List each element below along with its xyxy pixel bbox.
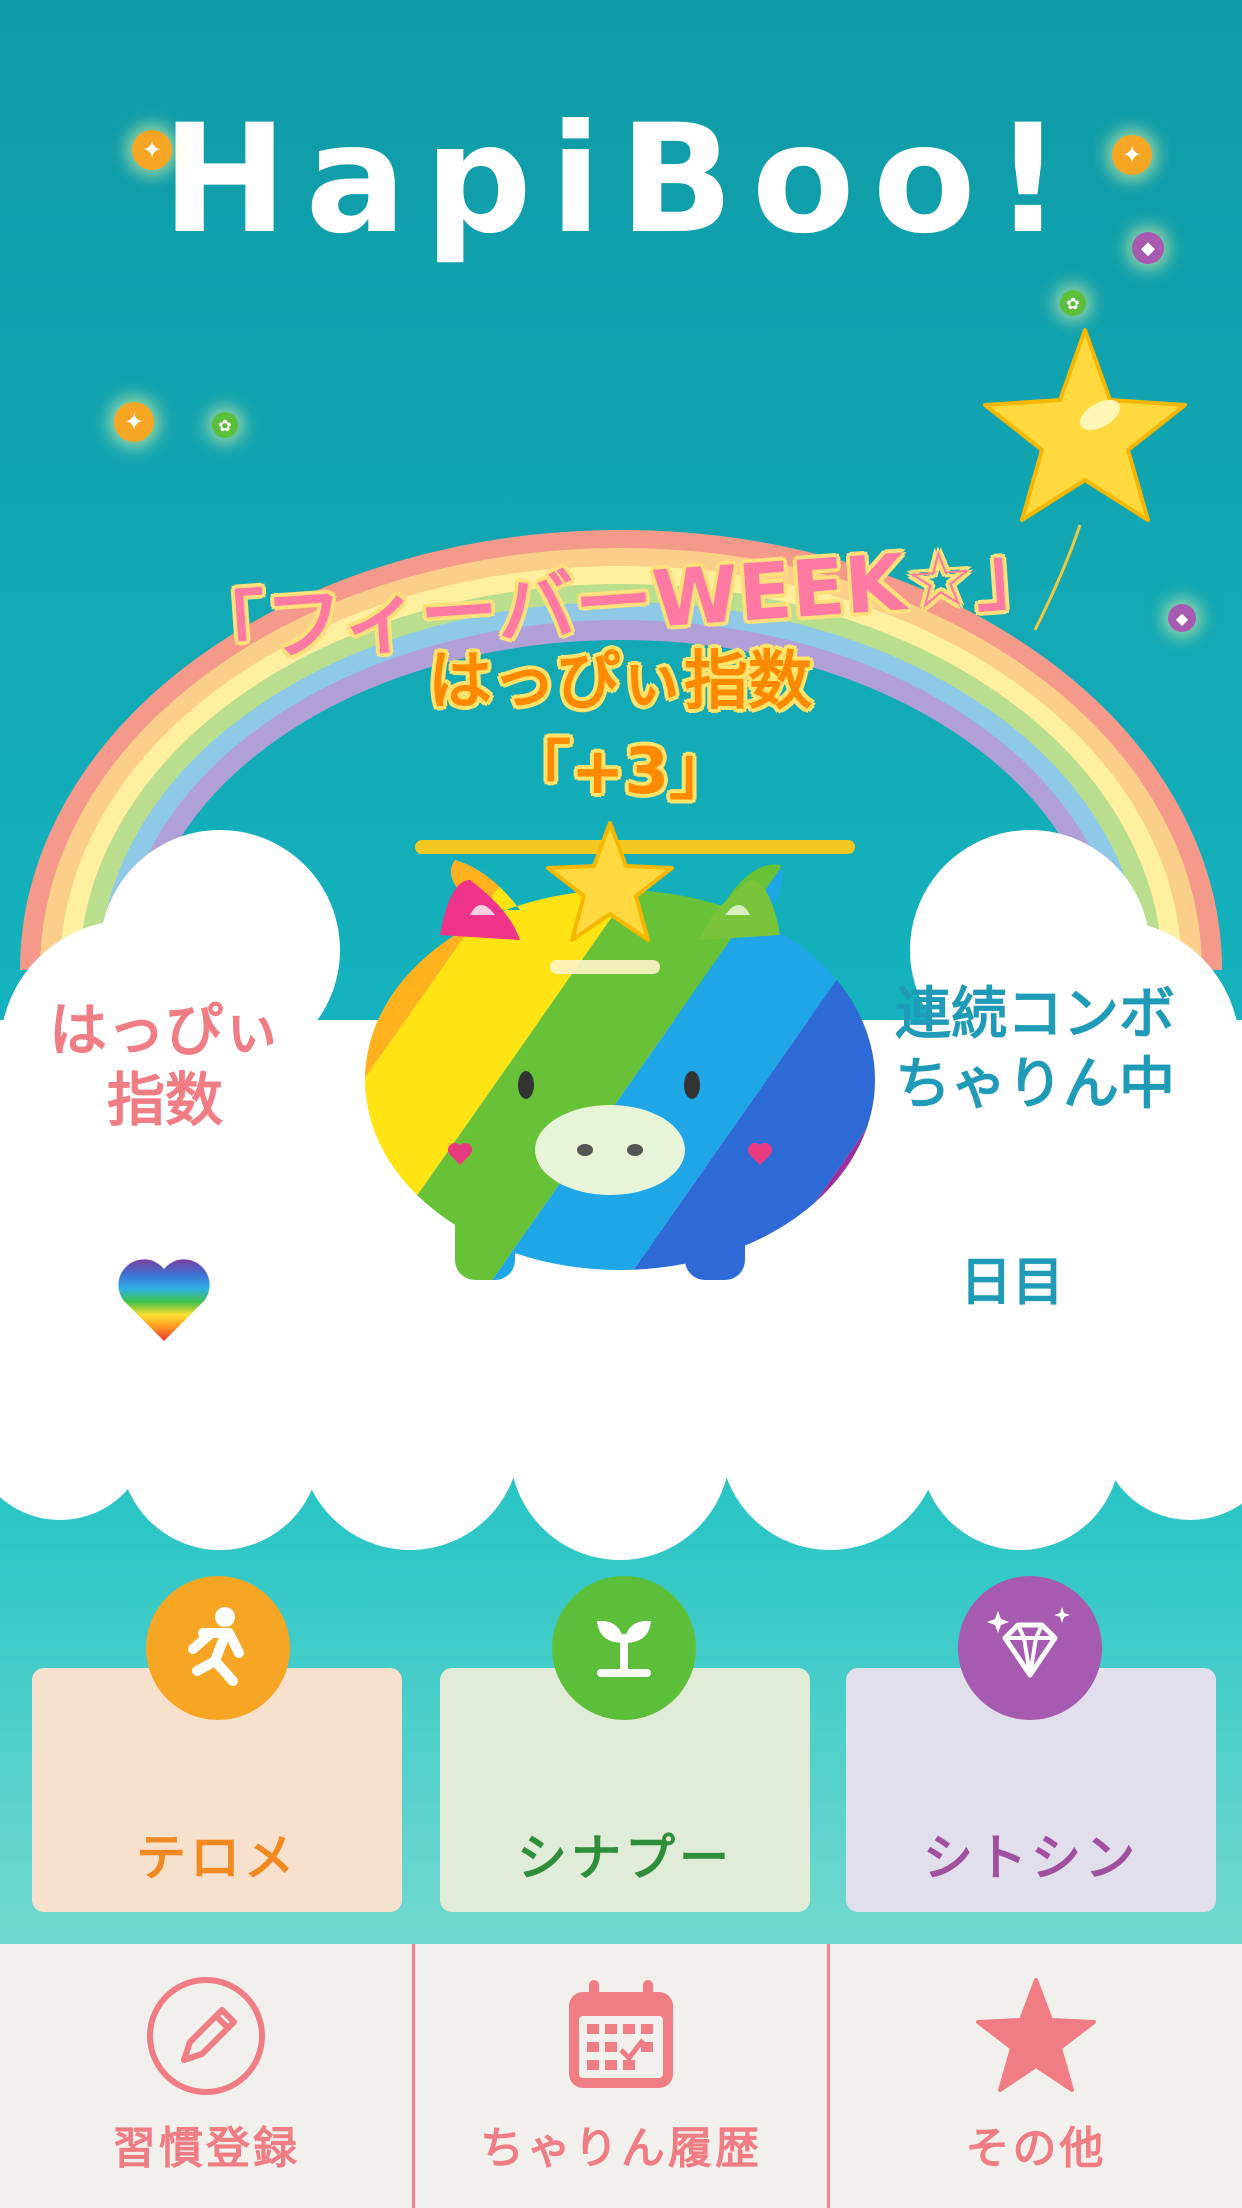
floating-diamond-icon: ◆ — [1132, 232, 1164, 264]
diamond-icon[interactable] — [958, 1576, 1102, 1720]
combo-label-line1: 連続コンボ — [895, 982, 1175, 1047]
floating-sprout-icon: ✿ — [1060, 290, 1086, 316]
category-label-cytosine: シトシン — [923, 1829, 1139, 1887]
happy-index-label-line2: 指数 — [106, 1066, 223, 1134]
happy-index-title: はっぴぃ指数 — [428, 645, 812, 719]
nav-chirin-history[interactable]: ちゃりん履歴 — [412, 1944, 827, 2208]
combo-label-line2: ちゃりん中 — [895, 1052, 1175, 1117]
nav-label-habit-register: 習慣登録 — [112, 2123, 300, 2174]
happy-index-label: はっぴぃ 指数 — [30, 995, 300, 1135]
nav-label-chirin-history: ちゃりん履歴 — [480, 2123, 762, 2174]
home-screen: HapiBoo! ✦ ✦ ✦ ✿ ✿ ◆ ◆ 「フィーバーWEEK☆」 はっぴぃ… — [0, 0, 1242, 2208]
calendar-icon — [569, 1980, 673, 2088]
category-label-telome: テロメ — [136, 1829, 298, 1887]
pencil-icon — [147, 1977, 265, 2095]
pig-star-icon — [546, 821, 674, 942]
floating-running-icon: ✦ — [1112, 135, 1152, 175]
running-person-icon[interactable] — [146, 1576, 290, 1720]
combo-label: 連続コンボ ちゃりん中 — [870, 980, 1200, 1120]
nav-habit-register[interactable]: 習慣登録 — [0, 1944, 412, 2208]
rainbow-heart-icon — [118, 1259, 210, 1341]
sprout-icon[interactable] — [552, 1576, 696, 1720]
combo-days-suffix: 日目 — [960, 1253, 1065, 1313]
star-icon — [976, 1978, 1096, 2092]
happy-index-label-line1: はっぴぃ — [48, 996, 281, 1064]
nav-label-other: その他 — [965, 2123, 1107, 2174]
floating-running-icon: ✦ — [114, 402, 154, 442]
app-logo: HapiBoo! — [161, 93, 1081, 267]
category-label-synapoo: シナプー — [517, 1829, 733, 1887]
bottom-navigation: 習慣登録 ちゃりん履歴 その他 — [0, 1944, 1242, 2208]
floating-running-icon: ✦ — [132, 130, 172, 170]
floating-sprout-icon: ✿ — [212, 412, 238, 438]
nav-other[interactable]: その他 — [827, 1944, 1242, 2208]
